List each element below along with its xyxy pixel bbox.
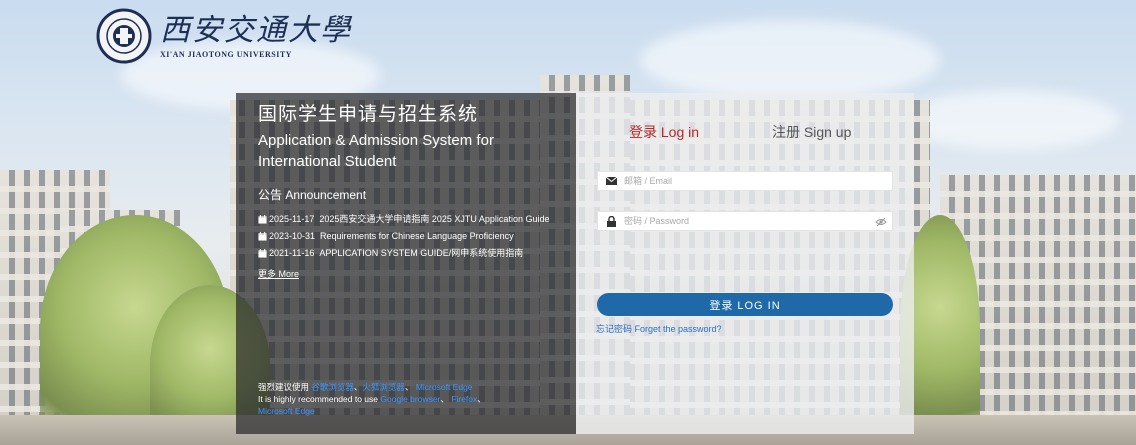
browser-recommendation-cn: 强烈建议使用 谷歌浏览器、火狐浏览器、 Microsoft Edge [258,382,473,392]
password-input[interactable] [624,212,864,230]
university-seal-icon [96,8,152,64]
announcement-date: 2025-11-17 [269,214,315,224]
announcement-heading: 公告 Announcement [258,188,367,202]
logo-chinese-name: 西安交通大學 [160,12,352,48]
show-password-icon[interactable] [875,216,887,228]
university-logo: 西安交通大學 XI'AN JIAOTONG UNIVERSITY [96,8,352,64]
password-field[interactable] [597,211,893,231]
email-field[interactable] [597,171,893,191]
calendar-icon [258,249,267,258]
edge-link-en[interactable]: Microsoft Edge [258,406,315,416]
forgot-password-link[interactable]: 忘记密码 Forget the password? [596,322,722,335]
system-title-english: Application & Admission System for Inter… [258,132,494,170]
browser-recommendation: 强烈建议使用 谷歌浏览器、火狐浏览器、 Microsoft Edge It is… [258,381,558,417]
firefox-link-cn[interactable]: 火狐浏览器 [362,382,405,392]
logo-english-name: XI'AN JIAOTONG UNIVERSITY [160,49,292,59]
announcement-item[interactable]: 2023-10-31 Requirements for Chinese Lang… [258,229,554,244]
chrome-link-cn[interactable]: 谷歌浏览器 [311,382,354,392]
announcement-title[interactable]: 2025西安交通大学申请指南 2025 XJTU Application Gui… [319,212,549,227]
announcement-date: 2023-10-31 [269,231,316,241]
announcement-title[interactable]: APPLICATION SYSTEM GUIDE/网申系统使用指南 [319,246,523,261]
calendar-icon [258,215,267,224]
announcement-item[interactable]: 2025-11-17 2025西安交通大学申请指南 2025 XJTU Appl… [258,212,554,227]
login-panel: 登录 Log in 注册 Sign up 登录 LOG IN 忘记密码 Forg… [576,93,914,434]
envelope-icon [598,172,624,190]
cloud [640,20,940,100]
firefox-link-en[interactable]: Firefox [451,394,477,404]
system-title-chinese: 国际学生申请与招生系统 [258,104,479,125]
cloud [900,90,1120,150]
more-announcements-link[interactable]: 更多 More [258,267,299,280]
browser-recommendation-en: It is highly recommended to use Google b… [258,394,486,416]
info-panel: 国际学生申请与招生系统 Application & Admission Syst… [236,93,576,434]
announcement-title[interactable]: Requirements for Chinese Language Profic… [320,229,514,244]
tab-signup[interactable]: 注册 Sign up [772,122,851,142]
announcement-item[interactable]: 2021-11-16 APPLICATION SYSTEM GUIDE/网申系统… [258,246,554,261]
tab-login[interactable]: 登录 Log in [629,122,699,142]
calendar-icon [258,232,267,241]
login-button[interactable]: 登录 LOG IN [597,293,893,316]
lock-icon [598,212,624,230]
edge-link-cn[interactable]: Microsoft Edge [416,382,473,392]
chrome-link-en[interactable]: Google browser [380,394,440,404]
email-input[interactable] [624,172,864,190]
announcement-date: 2021-11-16 [269,248,315,258]
